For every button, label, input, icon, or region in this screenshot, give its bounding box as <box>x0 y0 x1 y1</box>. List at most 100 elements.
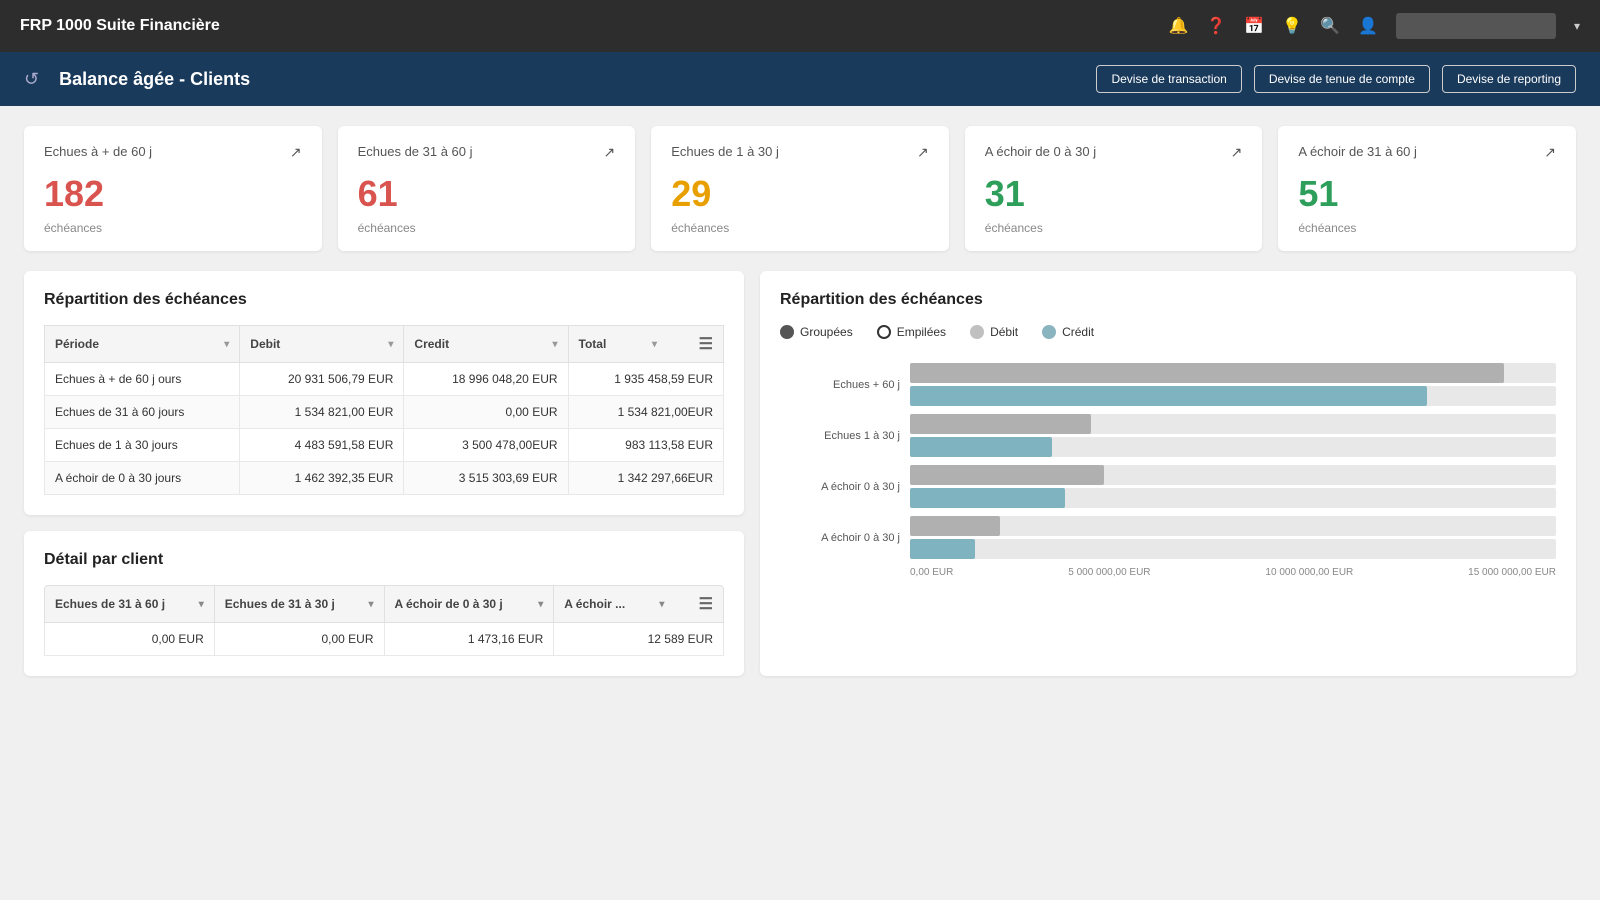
detail-col-3[interactable]: A échoir ... ▾ ☰ <box>554 586 723 622</box>
detail-col-2[interactable]: A échoir de 0 à 30 j ▾ <box>385 586 555 622</box>
chart-title: Répartition des échéances <box>780 291 1556 309</box>
kpi-card-4: A échoir de 31 à 60 j ↗ 51 échéances <box>1278 126 1576 251</box>
col-periode[interactable]: Période ▾ <box>45 326 240 363</box>
debit-bar-track <box>910 363 1556 383</box>
bar-label: Echues + 60 j <box>780 379 910 391</box>
cell-total-0: 1 935 458,59 EUR <box>568 363 723 396</box>
debit-bar-fill <box>910 363 1504 383</box>
table-menu-icon[interactable]: ☰ <box>699 334 713 354</box>
topnav: FRP 1000 Suite Financière 🔔 ❓ 📅 💡 🔍 👤 ▾ <box>0 0 1600 52</box>
page-title: Balance âgée - Clients <box>59 69 1084 90</box>
kpi-label-2: Echues de 1 à 30 j <box>671 144 779 159</box>
refresh-icon[interactable]: ↺ <box>24 69 39 90</box>
detail-cell-0-1: 0,00 EUR <box>215 623 385 655</box>
repartition-title: Répartition des échéances <box>44 291 724 309</box>
detail-cell-0-3: 12 589 EUR <box>554 623 723 655</box>
kpi-card-0: Echues à + de 60 j ↗ 182 échéances <box>24 126 322 251</box>
cell-total-1: 1 534 821,00EUR <box>568 396 723 429</box>
devise-transaction-button[interactable]: Devise de transaction <box>1096 65 1241 93</box>
kpi-value-2: 29 <box>671 173 929 215</box>
detail-sort-2[interactable]: ▾ <box>538 599 543 610</box>
bar-label: A échoir 0 à 30 j <box>780 532 910 544</box>
main-content: Echues à + de 60 j ↗ 182 échéances Echue… <box>0 106 1600 900</box>
devise-reporting-button[interactable]: Devise de reporting <box>1442 65 1576 93</box>
kpi-value-3: 31 <box>985 173 1243 215</box>
table-row: Echues de 1 à 30 jours 4 483 591,58 EUR … <box>45 429 724 462</box>
detail-col-1[interactable]: Echues de 31 à 30 j ▾ <box>215 586 385 622</box>
bar-label: A échoir 0 à 30 j <box>780 481 910 493</box>
kpi-label-1: Echues de 31 à 60 j <box>358 144 473 159</box>
credit-bar-track <box>910 386 1556 406</box>
cell-periode-0: Echues à + de 60 j ours <box>45 363 240 396</box>
sort-debit-icon[interactable]: ▾ <box>388 339 393 350</box>
detail-menu-icon[interactable]: ☰ <box>699 594 713 614</box>
bar-chart-row: Echues + 60 j <box>780 363 1556 406</box>
detail-panel: Détail par client Echues de 31 à 60 j ▾ … <box>24 531 744 676</box>
credit-bar-fill <box>910 488 1065 508</box>
bar-group <box>910 516 1556 559</box>
bar-chart-row: A échoir 0 à 30 j <box>780 516 1556 559</box>
detail-sort-0[interactable]: ▾ <box>199 599 204 610</box>
credit-bar-fill <box>910 437 1052 457</box>
cell-debit-0: 20 931 506,79 EUR <box>240 363 404 396</box>
bar-chart-row: Echues 1 à 30 j <box>780 414 1556 457</box>
left-column: Répartition des échéances Période ▾ <box>24 271 744 676</box>
credit-bar-fill <box>910 539 975 559</box>
bar-label: Echues 1 à 30 j <box>780 430 910 442</box>
search-input[interactable] <box>1396 13 1556 39</box>
col-credit[interactable]: Credit ▾ <box>404 326 568 363</box>
table-row: A échoir de 0 à 30 jours 1 462 392,35 EU… <box>45 462 724 495</box>
kpi-label-4: A échoir de 31 à 60 j <box>1298 144 1417 159</box>
bulb-icon[interactable]: 💡 <box>1282 16 1302 36</box>
kpi-ext-2[interactable]: ↗ <box>917 144 929 161</box>
sort-periode-icon[interactable]: ▾ <box>224 339 229 350</box>
kpi-sub-0: échéances <box>44 221 302 235</box>
cell-periode-3: A échoir de 0 à 30 jours <box>45 462 240 495</box>
detail-col-0[interactable]: Echues de 31 à 60 j ▾ <box>45 586 215 622</box>
legend-dot-empilees <box>877 325 891 339</box>
kpi-value-0: 182 <box>44 173 302 215</box>
sort-total-icon[interactable]: ▾ <box>652 339 657 350</box>
devise-tenue-button[interactable]: Devise de tenue de compte <box>1254 65 1430 93</box>
credit-bar-track <box>910 437 1556 457</box>
topnav-icons: 🔔 ❓ 📅 💡 🔍 👤 ▾ <box>1168 13 1580 39</box>
debit-bar-fill <box>910 465 1104 485</box>
debit-bar-track <box>910 516 1556 536</box>
bell-icon[interactable]: 🔔 <box>1168 16 1188 36</box>
kpi-card-3: A échoir de 0 à 30 j ↗ 31 échéances <box>965 126 1263 251</box>
bar-group <box>910 414 1556 457</box>
two-col-layout: Répartition des échéances Période ▾ <box>24 271 1576 676</box>
dropdown-icon[interactable]: ▾ <box>1574 19 1580 33</box>
credit-bar-fill <box>910 386 1427 406</box>
debit-bar-track <box>910 414 1556 434</box>
sort-credit-icon[interactable]: ▾ <box>553 339 558 350</box>
search-icon[interactable]: 🔍 <box>1320 16 1340 36</box>
kpi-ext-3[interactable]: ↗ <box>1231 144 1243 161</box>
kpi-sub-1: échéances <box>358 221 616 235</box>
cell-credit-3: 3 515 303,69 EUR <box>404 462 568 495</box>
detail-sort-3[interactable]: ▾ <box>659 599 664 610</box>
col-total[interactable]: Total ▾ ☰ <box>568 326 723 363</box>
cell-debit-3: 1 462 392,35 EUR <box>240 462 404 495</box>
cell-debit-1: 1 534 821,00 EUR <box>240 396 404 429</box>
legend-debit[interactable]: Débit <box>970 325 1018 339</box>
kpi-label-3: A échoir de 0 à 30 j <box>985 144 1096 159</box>
calendar-icon[interactable]: 📅 <box>1244 16 1264 36</box>
legend-groupees[interactable]: Groupées <box>780 325 853 339</box>
user-icon[interactable]: 👤 <box>1358 16 1378 36</box>
detail-sort-1[interactable]: ▾ <box>368 599 373 610</box>
help-icon[interactable]: ❓ <box>1206 16 1226 36</box>
right-column: Répartition des échéances Groupées Empil… <box>760 271 1576 676</box>
legend-empilees[interactable]: Empilées <box>877 325 946 339</box>
debit-bar-track <box>910 465 1556 485</box>
table-row: Echues de 31 à 60 jours 1 534 821,00 EUR… <box>45 396 724 429</box>
kpi-ext-0[interactable]: ↗ <box>290 144 302 161</box>
kpi-sub-2: échéances <box>671 221 929 235</box>
detail-cell-0-2: 1 473,16 EUR <box>385 623 555 655</box>
kpi-ext-4[interactable]: ↗ <box>1544 144 1556 161</box>
kpi-ext-1[interactable]: ↗ <box>603 144 615 161</box>
legend-credit[interactable]: Crédit <box>1042 325 1094 339</box>
chart-axis: 0,00 EUR 5 000 000,00 EUR 10 000 000,00 … <box>780 567 1556 578</box>
col-debit[interactable]: Debit ▾ <box>240 326 404 363</box>
legend-dot-debit <box>970 325 984 339</box>
